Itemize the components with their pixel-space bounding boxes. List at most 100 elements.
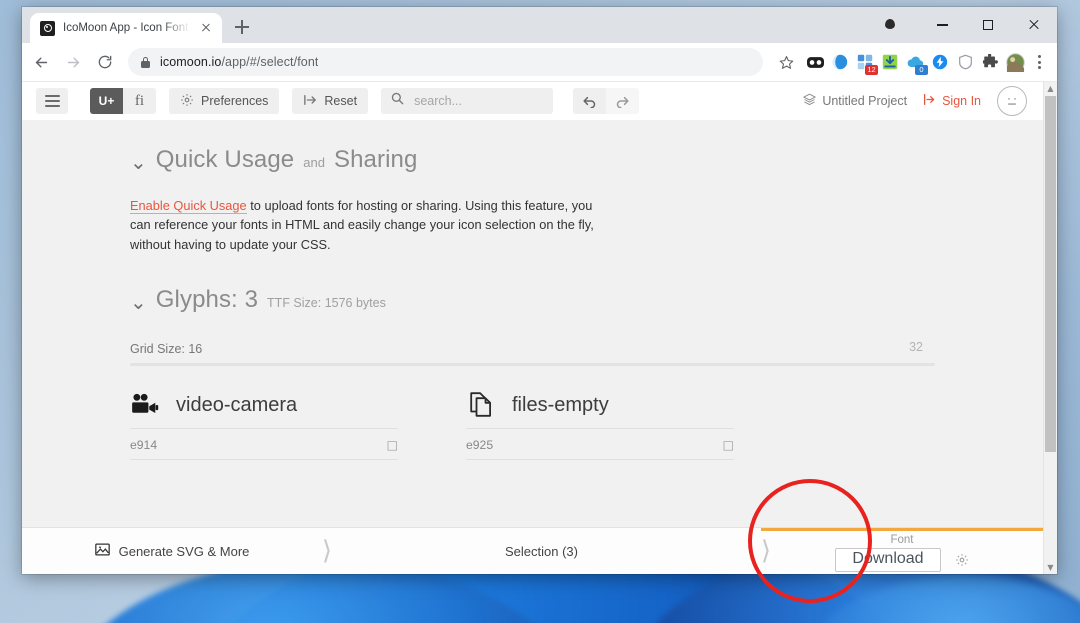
minimize-button[interactable]: [919, 7, 965, 43]
font-download-panel: Font Download: [761, 528, 1043, 574]
video-camera-icon: [130, 390, 160, 420]
address-bar[interactable]: icomoon.io/app/#/select/font: [128, 48, 763, 76]
url-path: /app/#/select/font: [221, 55, 319, 69]
reset-icon: [303, 94, 317, 109]
new-tab-button[interactable]: [228, 13, 256, 41]
redo-icon[interactable]: [606, 88, 640, 114]
project-button[interactable]: Untitled Project: [803, 93, 907, 109]
app-content: ⌄ Quick Usage and Sharing Enable Quick U…: [22, 120, 1043, 528]
enable-quick-usage-link[interactable]: Enable Quick Usage: [130, 198, 247, 214]
puzzle-extension-icon[interactable]: [978, 50, 1002, 74]
scroll-up-icon[interactable]: ▲: [1044, 82, 1057, 95]
app-toolbar: U+ fi Preferences Reset search... Untitl…: [22, 82, 1043, 121]
sign-in-label: Sign In: [942, 94, 981, 108]
codes-toggle-button[interactable]: U+: [90, 88, 123, 114]
page-viewport: U+ fi Preferences Reset search... Untitl…: [22, 82, 1057, 574]
tab-strip: IcoMoon App - Icon Font, SVG: [22, 7, 1057, 43]
glyphs-meta: TTF Size: 1576 bytes: [267, 296, 386, 311]
glyph-item[interactable]: files-empty e925 □: [466, 390, 734, 461]
glyph-meta: e925 □: [466, 429, 734, 461]
grid-size-slider[interactable]: [130, 363, 935, 367]
download-extension-icon[interactable]: [878, 50, 902, 74]
download-button[interactable]: Download: [835, 547, 941, 572]
reset-label: Reset: [324, 94, 358, 108]
forward-icon[interactable]: [58, 47, 88, 77]
scroll-down-icon[interactable]: ▼: [1044, 561, 1057, 574]
project-name: Untitled Project: [822, 94, 908, 108]
bolt-extension-icon[interactable]: [928, 50, 952, 74]
icomoon-favicon: [40, 20, 55, 36]
search-input[interactable]: [412, 93, 544, 109]
search-box[interactable]: [381, 88, 554, 114]
layers-icon: [803, 93, 816, 109]
page-scrollbar[interactable]: ▲ ▼: [1043, 82, 1057, 574]
app-menu-button[interactable]: [36, 88, 68, 114]
maximize-button[interactable]: [965, 7, 1011, 43]
glyphs-title: Glyphs: 3: [155, 286, 259, 314]
tasks-extension-icon[interactable]: 12: [853, 50, 878, 75]
files-empty-icon: [466, 390, 496, 420]
browser-menu-icon[interactable]: [1029, 50, 1049, 74]
browser-toolbar: icomoon.io/app/#/select/font 12 0: [22, 43, 1057, 82]
chevron-down-icon[interactable]: ⌄: [130, 292, 147, 312]
glyph-item[interactable]: video-camera e914 □: [130, 390, 398, 461]
glyph-name: files-empty: [512, 393, 609, 416]
profile-avatar-icon[interactable]: [1003, 50, 1027, 74]
glyph-header: video-camera: [130, 390, 398, 430]
grid-size-max-label: 32: [909, 340, 923, 355]
chevron-down-icon[interactable]: ⌄: [130, 152, 147, 172]
glyph-meta: e914 □: [130, 429, 398, 461]
glyph-code[interactable]: e914: [130, 438, 157, 452]
download-settings-gear-icon[interactable]: [955, 553, 969, 567]
window-status-dot-icon: [883, 18, 897, 32]
close-window-button[interactable]: [1011, 7, 1057, 43]
grid-size-slider-row[interactable]: Grid Size: 16 32: [130, 340, 935, 367]
scrollbar-thumb[interactable]: [1045, 96, 1056, 452]
preferences-button[interactable]: Preferences: [169, 88, 280, 114]
wallpaper-bloom: [800, 575, 1080, 623]
quick-usage-header[interactable]: ⌄ Quick Usage and Sharing: [130, 120, 1023, 174]
reload-icon[interactable]: [90, 47, 120, 77]
gear-icon: [180, 93, 194, 110]
reader-extension-icon[interactable]: [803, 50, 827, 74]
glyph-list: video-camera e914 □ files-empty e925 □: [130, 390, 935, 461]
font-label: Font: [890, 534, 914, 547]
sign-in-button[interactable]: Sign In: [923, 93, 981, 109]
desktop: IcoMoon App - Icon Font, SVG: [0, 0, 1080, 623]
glyph-header: files-empty: [466, 390, 734, 430]
bottom-toolbar: Generate SVG & More ⟩ Selection (3) ⟩ Fo…: [22, 527, 1043, 574]
quick-usage-paragraph: Enable Quick Usage to upload fonts for h…: [130, 196, 600, 254]
code-ligature-toggle: U+ fi: [90, 88, 156, 114]
url-text: icomoon.io/app/#/select/font: [160, 55, 318, 69]
reset-button[interactable]: Reset: [292, 88, 369, 114]
browser-window: IcoMoon App - Icon Font, SVG: [22, 7, 1057, 574]
cloud-extension-icon[interactable]: 0: [903, 50, 928, 75]
app-toolbar-right: Untitled Project Sign In: [803, 86, 1027, 116]
icomoon-app: U+ fi Preferences Reset search... Untitl…: [22, 82, 1043, 574]
undo-redo-group: [573, 88, 640, 114]
ligatures-toggle-button[interactable]: fi: [123, 88, 156, 114]
image-icon: [94, 543, 110, 559]
bookmark-star-icon[interactable]: [771, 47, 801, 77]
hamburger-icon: [44, 93, 60, 109]
globe-extension-icon[interactable]: [828, 50, 852, 74]
selection-label: Selection (3): [505, 543, 578, 559]
selection-button[interactable]: Selection (3) ⟩: [322, 528, 771, 574]
generate-svg-button[interactable]: Generate SVG & More ⟩: [22, 528, 332, 574]
avatar[interactable]: [997, 86, 1027, 116]
cloud-extension-badge: 0: [915, 65, 928, 75]
tab-title: IcoMoon App - Icon Font, SVG: [63, 22, 190, 34]
glyph-character: □: [386, 438, 398, 453]
quick-usage-title: Quick Usage: [155, 146, 295, 173]
extensions-bar: 12 0: [803, 50, 1027, 75]
sign-in-icon: [923, 93, 936, 109]
glyphs-header[interactable]: ⌄ Glyphs: 3 TTF Size: 1576 bytes: [130, 254, 1023, 314]
glyph-code[interactable]: e925: [466, 438, 493, 452]
undo-icon[interactable]: [573, 88, 607, 114]
browser-tab[interactable]: IcoMoon App - Icon Font, SVG: [30, 13, 222, 43]
grid-size-label: Grid Size: 16: [130, 342, 203, 357]
glyph-name: video-camera: [176, 393, 298, 416]
back-icon[interactable]: [26, 47, 56, 77]
close-icon[interactable]: [198, 20, 214, 36]
shield-extension-icon[interactable]: [953, 50, 977, 74]
